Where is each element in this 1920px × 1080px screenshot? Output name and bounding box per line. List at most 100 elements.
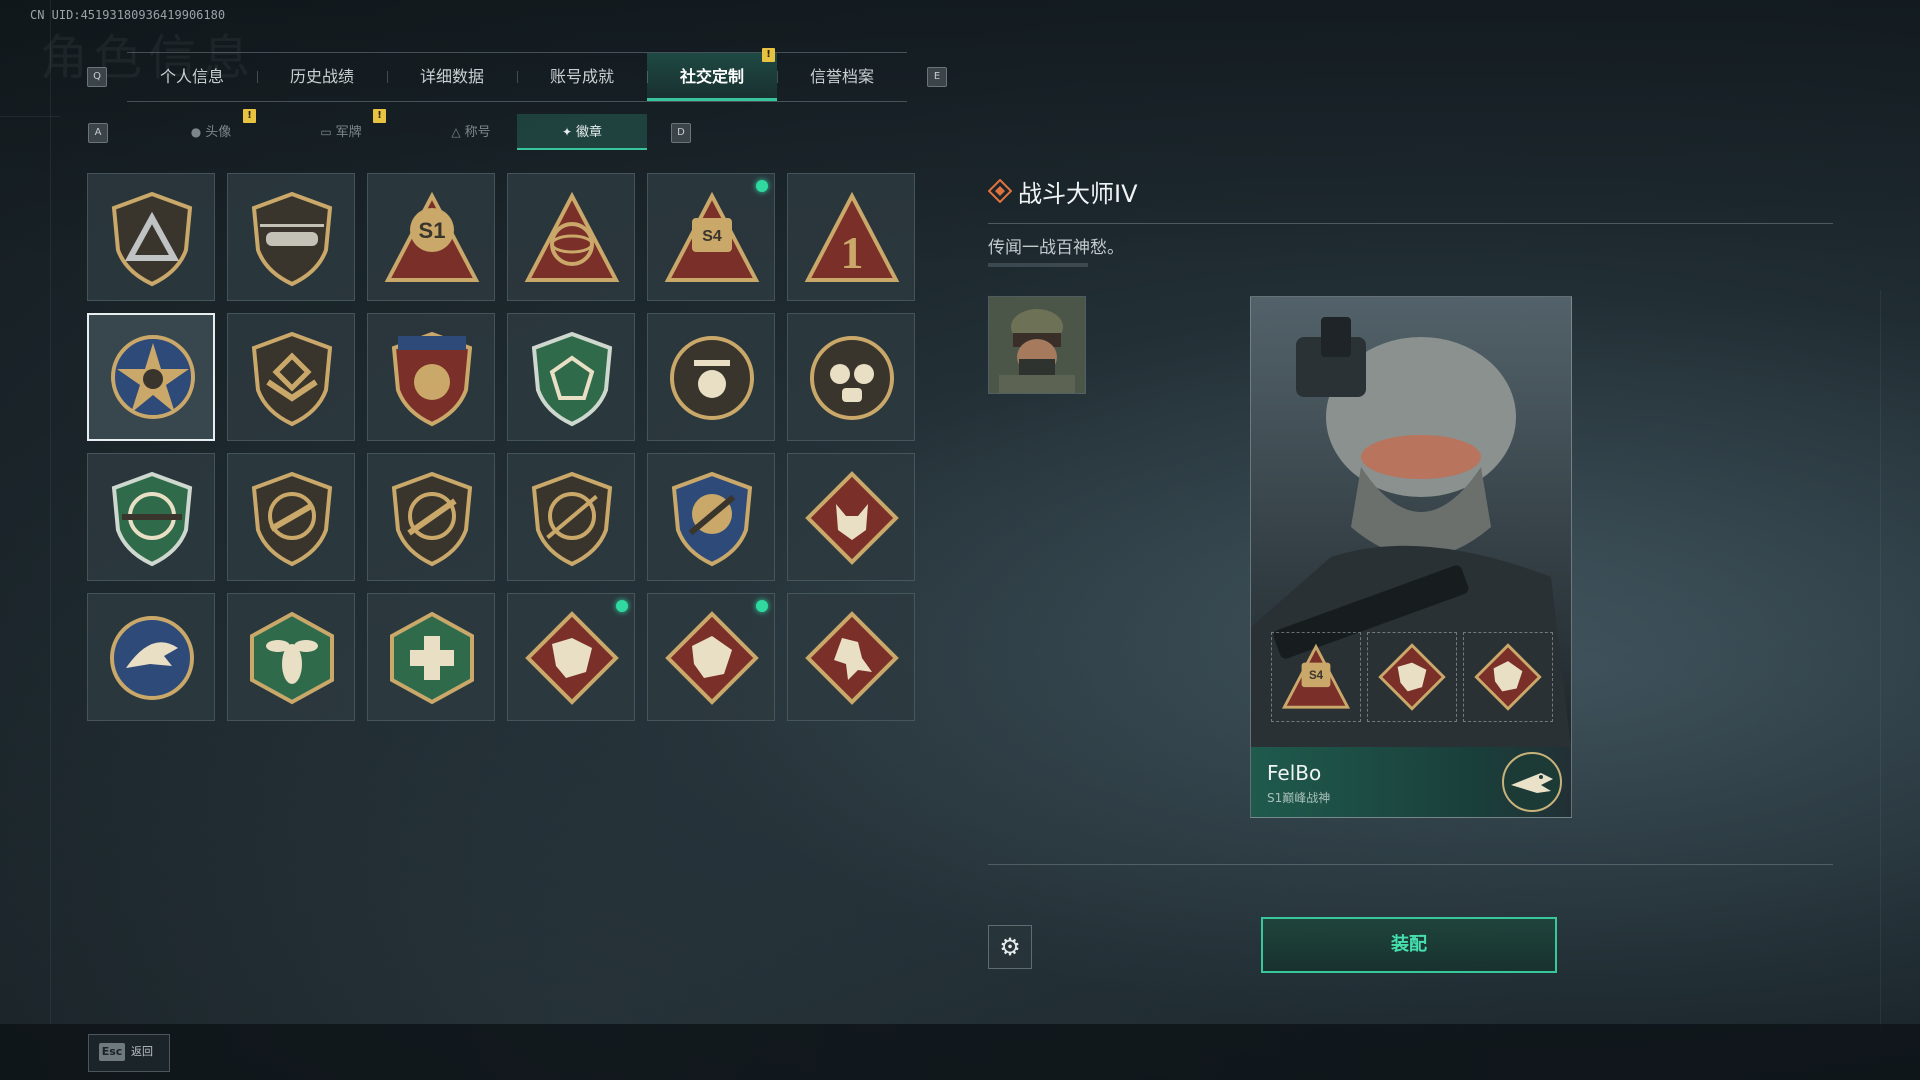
badge-cell-number-one[interactable]: 1 [787, 173, 915, 301]
new-indicator-dot [616, 600, 628, 612]
divider [988, 864, 1833, 865]
green-rifle-badge-icon [111, 471, 193, 567]
player-title: S1巅峰战神 [1267, 791, 1331, 805]
new-indicator-dot [756, 180, 768, 192]
badge-cell-smg-shield[interactable] [227, 453, 355, 581]
shield-delta-badge-icon [111, 191, 193, 287]
subtab-badge[interactable]: ✦ 徽章 [517, 114, 647, 150]
soldier-avatar-image [989, 297, 1085, 393]
tab-reputation[interactable]: 信誉档案 [777, 53, 907, 101]
crocodile-emblem-icon [1502, 752, 1562, 812]
star-crest-badge-icon [391, 331, 473, 427]
description-underline [988, 263, 1088, 267]
equip-button[interactable]: 装配 [1261, 917, 1557, 973]
rank-diamond-icon [988, 179, 1012, 203]
badge-cell-skull-hat[interactable] [647, 313, 775, 441]
badge-cell-dragon-1[interactable] [507, 593, 635, 721]
decor-line [0, 116, 60, 117]
badge-cell-star-skull[interactable] [87, 313, 215, 441]
wolf-badge-icon [805, 471, 899, 565]
footer-bar [0, 1024, 1920, 1080]
subtab-avatar-label: 头像 [205, 125, 232, 140]
badge-cell-medic[interactable] [367, 593, 495, 721]
badge-cell-star-crest[interactable] [367, 313, 495, 441]
badge-cell-hornet[interactable] [227, 593, 355, 721]
subtab-next-key-hint[interactable]: D [671, 123, 691, 143]
svg-text:1: 1 [841, 227, 864, 278]
badge-cell-eagle[interactable] [87, 593, 215, 721]
rifle-shield-badge-icon [391, 471, 473, 567]
subtab-prev-key-hint[interactable]: A [88, 123, 108, 143]
new-indicator-dot [756, 600, 768, 612]
back-button[interactable]: Esc 返回 [88, 1034, 170, 1072]
badge-cell-green-rifle[interactable] [87, 453, 215, 581]
gear-icon: ⚙ [999, 933, 1021, 961]
dragon-1-badge-icon [525, 611, 619, 705]
skull-hat-badge-icon [670, 336, 754, 420]
subtab-dogtag[interactable]: ▭ 军牌 [276, 114, 406, 150]
player-card-preview: S4 FelBo S1巅峰战神 [1250, 296, 1572, 818]
decor-line [50, 0, 51, 1024]
back-label: 返回 [131, 1045, 153, 1058]
tab-detailed-stats[interactable]: 详细数据 [387, 53, 517, 101]
dragon-2-badge-icon [665, 611, 759, 705]
alert-badge: ! [373, 109, 386, 123]
subtab-title-label: 称号 [464, 125, 491, 140]
badge-icon: ✦ [561, 125, 573, 139]
subtab-badge-label: 徽章 [576, 125, 603, 140]
sub-tab-bar: A ● 头像 ! ▭ 军牌 ! △ 称号 ✦ 徽章 D [86, 109, 691, 150]
tab-prev-key-hint[interactable]: Q [87, 67, 107, 87]
gyroscope-badge-icon [524, 191, 620, 282]
badge-icon [1474, 643, 1542, 711]
hornet-badge-icon [250, 611, 334, 705]
helicopter-badge-icon [251, 191, 333, 287]
esc-key-hint: Esc [99, 1043, 125, 1061]
badge-cell-runner[interactable] [787, 593, 915, 721]
svg-text:S4: S4 [702, 228, 722, 245]
settings-button[interactable]: ⚙ [988, 925, 1032, 969]
card-badge-slot[interactable] [1367, 632, 1457, 722]
badge-cell-s4-trophy[interactable]: S4 [647, 173, 775, 301]
badge-cell-shield-delta[interactable] [87, 173, 215, 301]
star-skull-badge-icon [111, 335, 195, 419]
tab-personal-info[interactable]: 个人信息 [127, 53, 257, 101]
triangle-icon: △ [451, 125, 461, 139]
chevron-shield-badge-icon [251, 331, 333, 427]
tab-achievements[interactable]: 账号成就 [517, 53, 647, 101]
subtab-avatar[interactable]: ● 头像 [146, 114, 276, 150]
badge-cell-chevron-shield[interactable] [227, 313, 355, 441]
badge-detail-description: 传闻一战百神愁。 [988, 238, 1124, 258]
card-badge-slot[interactable]: S4 [1271, 632, 1361, 722]
medic-badge-icon [390, 611, 474, 705]
tab-social-customization[interactable]: 社交定制 [647, 53, 777, 101]
svg-text:S1: S1 [419, 218, 446, 243]
dogtag-icon: ▭ [320, 125, 332, 139]
tab-next-key-hint[interactable]: E [927, 67, 947, 87]
blue-crest-badge-icon [671, 471, 753, 567]
badge-cell-wolf[interactable] [787, 453, 915, 581]
badge-cell-s1-balloon[interactable]: S1 [367, 173, 495, 301]
badge-cell-gas-mask[interactable] [787, 313, 915, 441]
badge-icon [1378, 643, 1446, 711]
card-badge-slot[interactable] [1463, 632, 1553, 722]
badge-detail-title: 战斗大师IV [1018, 180, 1138, 208]
runner-badge-icon [805, 611, 899, 705]
main-tab-bar: Q 个人信息 历史战绩 详细数据 账号成就 社交定制 信誉档案 ! E [82, 48, 947, 102]
badge-cell-rifle-shield[interactable] [367, 453, 495, 581]
sniper-shield-badge-icon [531, 471, 613, 567]
badge-cell-blue-crest[interactable] [647, 453, 775, 581]
badge-cell-sniper-shield[interactable] [507, 453, 635, 581]
green-gem-badge-icon [531, 331, 613, 427]
svg-text:S4: S4 [1309, 670, 1324, 682]
badge-cell-dragon-2[interactable] [647, 593, 775, 721]
badge-cell-green-gem[interactable] [507, 313, 635, 441]
number-one-badge-icon: 1 [804, 191, 900, 282]
subtab-dogtag-label: 军牌 [335, 125, 362, 140]
alert-badge: ! [762, 48, 775, 62]
badge-cell-gyroscope[interactable] [507, 173, 635, 301]
gas-mask-badge-icon [810, 336, 894, 420]
badge-cell-helicopter[interactable] [227, 173, 355, 301]
tab-match-history[interactable]: 历史战绩 [257, 53, 387, 101]
player-name: FelBo [1267, 761, 1322, 785]
player-avatar-thumbnail [988, 296, 1086, 394]
